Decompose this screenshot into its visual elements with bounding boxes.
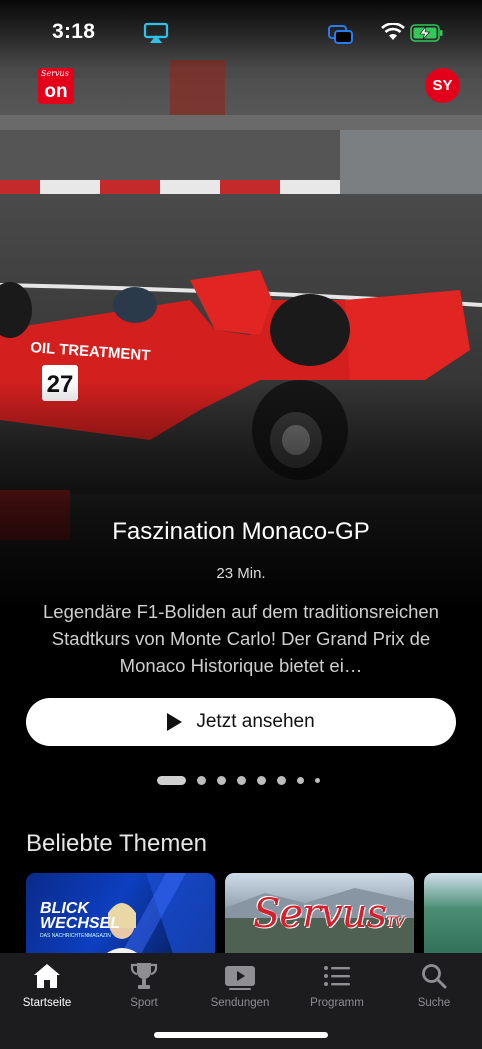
pagination-dot[interactable] (197, 776, 206, 785)
pagination-dot[interactable] (237, 776, 246, 785)
play-rect-icon (225, 966, 255, 990)
pagination-dot[interactable] (297, 777, 304, 784)
play-icon (167, 713, 183, 731)
list-icon (324, 966, 350, 986)
screen-mirroring-icon (328, 25, 353, 44)
topic-card-blick-label: BLICK WECHSEL (40, 901, 120, 932)
hero-title: Faszination Monaco-GP (112, 518, 370, 545)
hero-banner[interactable]: 27 OIL TREATMENT Faszination Monaco-GP 2… (0, 0, 482, 800)
airplay-icon (143, 22, 169, 43)
pagination-dot[interactable] (257, 776, 266, 785)
hero-duration: 23 Min. (216, 565, 266, 582)
topic-card-blick-sub: DAS NACHRICHTENMAGAZIN (40, 933, 111, 939)
pagination-dot[interactable] (315, 778, 320, 783)
carousel-pagination[interactable] (157, 776, 320, 785)
status-time: 3:18 (52, 20, 96, 43)
blick-line2: WECHSEL (40, 915, 120, 932)
servustv-logo: ServusTV (253, 891, 405, 937)
tab-sendungen[interactable]: Sendungen (195, 959, 285, 1009)
logo-on-text: on (44, 81, 68, 102)
tab-sport[interactable]: Sport (99, 959, 189, 1009)
tab-suche[interactable]: Suche (389, 959, 479, 1009)
tab-startseite[interactable]: Startseite (2, 959, 92, 1009)
pagination-dot[interactable] (277, 776, 286, 785)
profile-avatar[interactable]: SY (425, 68, 460, 103)
pagination-dot[interactable] (217, 776, 226, 785)
topic-card-servustv[interactable]: ServusTV (225, 873, 414, 963)
tab-label: Sport (130, 997, 158, 1009)
topics-carousel[interactable]: BLICK WECHSEL DAS NACHRICHTENMAGAZIN Ser… (26, 873, 482, 963)
tab-label: Sendungen (210, 997, 270, 1009)
pagination-dot-active[interactable] (157, 776, 186, 785)
hero-description: Legendäre F1-Boliden auf dem traditionsr… (43, 601, 439, 676)
topic-card-lake[interactable] (424, 873, 482, 963)
wifi-icon (381, 23, 405, 40)
watch-now-label: Jetzt ansehen (196, 711, 315, 732)
tab-label: Startseite (22, 997, 72, 1009)
trophy-icon (130, 963, 158, 989)
section-title: Beliebte Themen (26, 830, 208, 857)
search-icon (422, 964, 447, 989)
home-icon (34, 964, 60, 988)
topic-card-blickwechsel[interactable]: BLICK WECHSEL DAS NACHRICHTENMAGAZIN (26, 873, 215, 963)
tab-label: Programm (310, 997, 364, 1009)
status-bar: 3:18 (0, 0, 482, 60)
home-indicator[interactable] (154, 1032, 328, 1038)
watch-now-button[interactable]: Jetzt ansehen (26, 698, 456, 746)
battery-charging-icon (410, 24, 443, 42)
servus-on-logo[interactable]: Servus on (38, 68, 74, 104)
tab-programm[interactable]: Programm (292, 959, 382, 1009)
tv-label: TV (386, 915, 404, 931)
logo-servus-text: Servus (41, 69, 69, 78)
servus-label: Servus (253, 891, 387, 937)
tab-label: Suche (417, 997, 451, 1009)
